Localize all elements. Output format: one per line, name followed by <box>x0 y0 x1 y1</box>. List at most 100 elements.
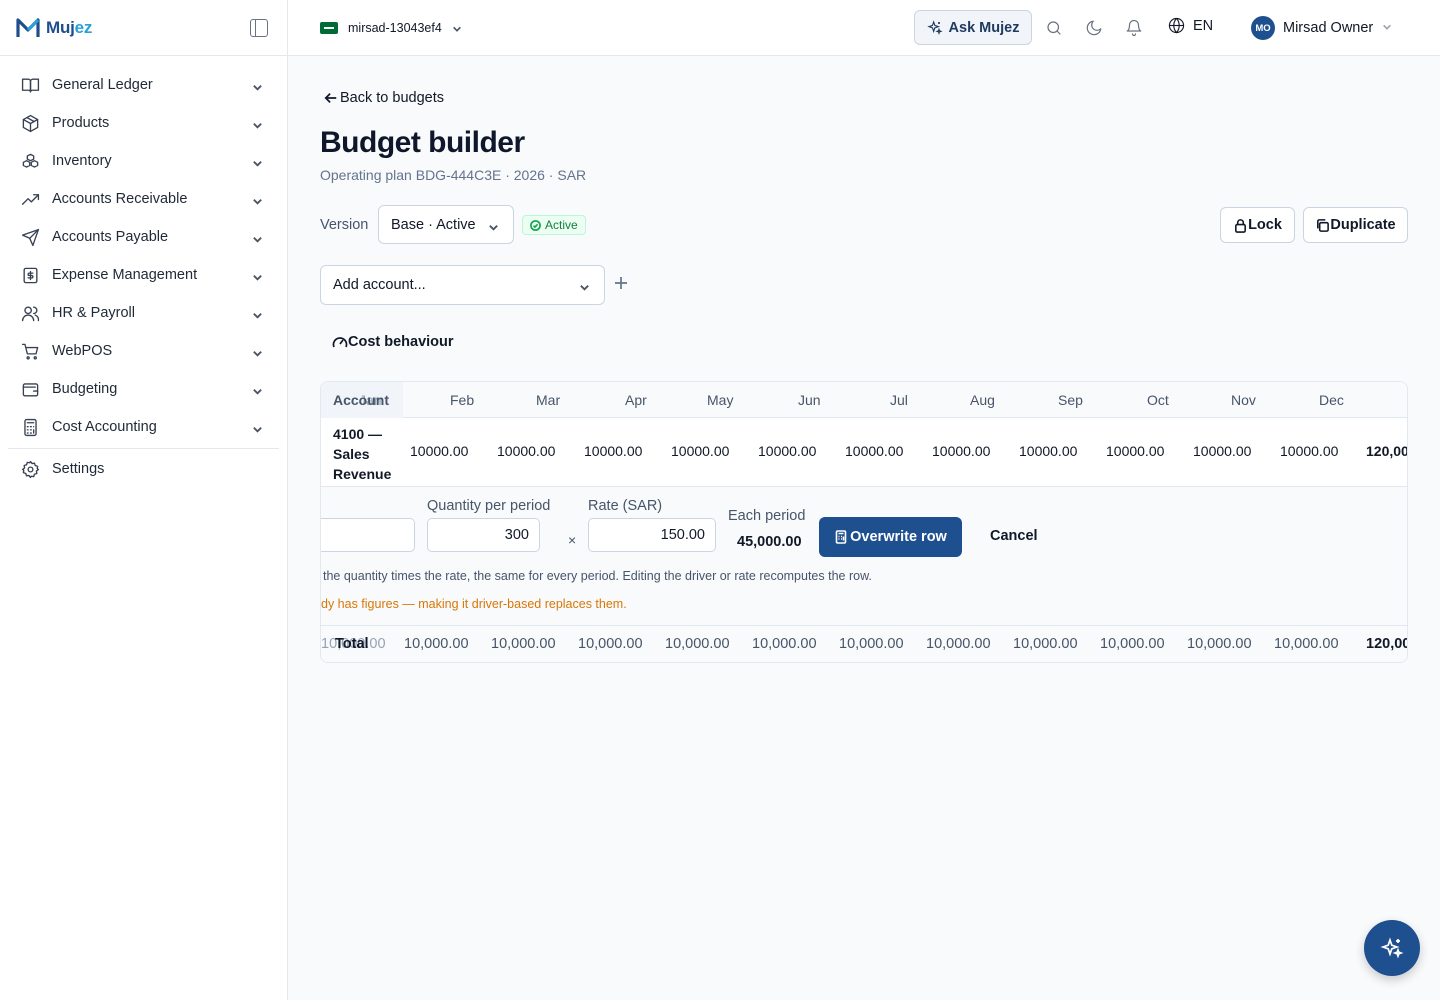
sidebar-item-products[interactable]: Products <box>0 104 287 142</box>
chevron-down-icon <box>252 384 262 395</box>
total-cell-feb: 10,000.00 <box>404 636 469 652</box>
chevron-down-icon <box>252 270 262 281</box>
amount-cell-nov[interactable]: 10000.00 <box>1193 443 1263 463</box>
cancel-button[interactable]: Cancel <box>990 528 1038 544</box>
month-header-may: May <box>707 392 734 408</box>
each-period-label: Each period <box>728 508 806 524</box>
amount-cell-jul[interactable]: 10000.00 <box>845 443 915 463</box>
plus-icon[interactable] <box>614 276 628 290</box>
total-cell-oct: 10,000.00 <box>1100 636 1165 652</box>
chevron-down-icon <box>252 118 262 129</box>
account-name-line: Revenue <box>333 466 392 482</box>
add-account-placeholder: Add account... <box>333 277 426 293</box>
sidebar-item-label: HR & Payroll <box>52 305 135 321</box>
add-account-select[interactable]: Add account... <box>320 265 605 305</box>
moon-icon[interactable] <box>1085 19 1103 37</box>
table-row: 4100 — Sales Revenue 10000.00 10000.00 1… <box>321 418 1407 487</box>
account-code: 4100 — <box>333 426 383 442</box>
amount-cell-jun[interactable]: 10000.00 <box>758 443 828 463</box>
sidebar-item-label: General Ledger <box>52 77 153 93</box>
version-value: Base · Active <box>391 216 476 233</box>
sidebar-item-label: Accounts Receivable <box>52 191 188 207</box>
chevron-down-icon <box>252 194 262 205</box>
sidebar-item-webpos[interactable]: WebPOS <box>0 332 287 370</box>
sparkles-icon <box>926 19 943 35</box>
saudi-flag-icon <box>320 22 338 34</box>
sidebar-item-label: Accounts Payable <box>52 229 169 245</box>
month-header-jun: Jun <box>798 392 821 408</box>
amount-cell-sep[interactable]: 10000.00 <box>1019 443 1089 463</box>
sidebar-item-settings[interactable]: Settings <box>0 450 287 488</box>
driver-editor: Quantity per period 300 × Rate (SAR) 150… <box>321 487 1407 626</box>
overwrite-row-label: Overwrite row <box>850 529 947 545</box>
quantity-input[interactable]: 300 <box>427 518 540 552</box>
sidebar-item-label: Inventory <box>52 153 112 169</box>
sidebar-item-general-ledger[interactable]: General Ledger <box>0 66 287 104</box>
copy-icon <box>1317 218 1330 232</box>
total-cell-jul: 10,000.00 <box>839 636 904 652</box>
sidebar-item-inventory[interactable]: Inventory <box>0 142 287 180</box>
check-circle-icon <box>530 219 541 231</box>
sparkles-icon <box>1380 937 1404 959</box>
assistant-fab-button[interactable] <box>1364 920 1420 976</box>
amount-cell-feb[interactable]: 10000.00 <box>410 443 480 463</box>
month-header-mar: Mar <box>536 392 561 408</box>
sidebar-item-accounts-receivable[interactable]: Accounts Receivable <box>0 180 287 218</box>
page-subtitle: Operating plan BDG-444C3E · 2026 · SAR <box>320 167 587 183</box>
amount-cell-dec[interactable]: 10000.00 <box>1280 443 1350 463</box>
amount-cell-apr[interactable]: 10000.00 <box>584 443 654 463</box>
search-icon[interactable] <box>1045 19 1063 37</box>
ask-mujez-button[interactable]: Ask Mujez <box>914 10 1032 45</box>
sidebar-item-label: Settings <box>52 461 105 477</box>
ask-mujez-label: Ask Mujez <box>948 19 1020 36</box>
sidebar: Mujez General Ledger Products Inventory … <box>0 0 288 1000</box>
times-symbol: × <box>568 532 577 548</box>
rate-input[interactable]: 150.00 <box>588 518 716 552</box>
chevron-down-icon <box>1382 20 1392 36</box>
lock-icon <box>1235 218 1247 233</box>
wallet-icon <box>20 379 40 399</box>
sidebar-item-accounts-payable[interactable]: Accounts Payable <box>0 218 287 256</box>
duplicate-button[interactable]: Duplicate <box>1303 207 1408 243</box>
version-select[interactable]: Base · Active <box>378 205 514 244</box>
overwrite-row-button[interactable]: Overwrite row <box>819 517 962 557</box>
each-period-value: 45,000.00 <box>737 534 802 550</box>
cart-icon <box>20 341 40 361</box>
send-icon <box>20 227 40 247</box>
amount-cell-mar[interactable]: 10000.00 <box>497 443 567 463</box>
grand-total: 120,000.00 <box>1366 636 1407 652</box>
sidebar-divider <box>8 448 279 449</box>
sidebar-item-budgeting[interactable]: Budgeting <box>0 370 287 408</box>
amount-cell-aug[interactable]: 10000.00 <box>932 443 1002 463</box>
sidebar-item-cost-accounting[interactable]: Cost Accounting <box>0 408 287 446</box>
language-switcher[interactable]: EN <box>1168 17 1213 34</box>
month-header-jul: Jul <box>890 392 908 408</box>
driver-input[interactable] <box>321 518 415 552</box>
mujez-logo-icon <box>16 17 40 37</box>
sidebar-nav: General Ledger Products Inventory Accoun… <box>0 56 287 488</box>
chevron-down-icon <box>252 308 262 319</box>
back-to-budgets-link[interactable]: Back to budgets <box>324 90 444 106</box>
total-cell-mar: 10,000.00 <box>491 636 556 652</box>
receipt-icon <box>20 265 40 285</box>
quantity-label: Quantity per period <box>427 498 551 514</box>
status-label: Active <box>545 218 578 232</box>
tenant-switcher[interactable]: mirsad-13043ef4 <box>320 15 462 41</box>
cost-behaviour-button[interactable]: Cost behaviour <box>332 334 454 350</box>
sidebar-item-hr-payroll[interactable]: HR & Payroll <box>0 294 287 332</box>
language-label: EN <box>1193 17 1214 34</box>
month-header-aug: Aug <box>970 392 995 408</box>
sidebar-collapse-icon[interactable] <box>250 19 268 37</box>
budget-grid: Jan Account Feb Mar Apr May Jun Jul Aug … <box>320 381 1408 663</box>
sidebar-item-expense-management[interactable]: Expense Management <box>0 256 287 294</box>
status-badge: Active <box>522 215 586 235</box>
month-header-nov: Nov <box>1231 392 1256 408</box>
account-header: Account <box>333 392 389 408</box>
bell-icon[interactable] <box>1125 19 1143 37</box>
user-menu[interactable]: MO Mirsad Owner <box>1251 16 1392 40</box>
amount-cell-may[interactable]: 10000.00 <box>671 443 741 463</box>
lock-button[interactable]: Lock <box>1220 207 1295 243</box>
sidebar-item-label: WebPOS <box>52 343 113 359</box>
totals-row: 10,000.00 Total 10,000.00 10,000.00 10,0… <box>321 626 1407 662</box>
amount-cell-oct[interactable]: 10000.00 <box>1106 443 1176 463</box>
